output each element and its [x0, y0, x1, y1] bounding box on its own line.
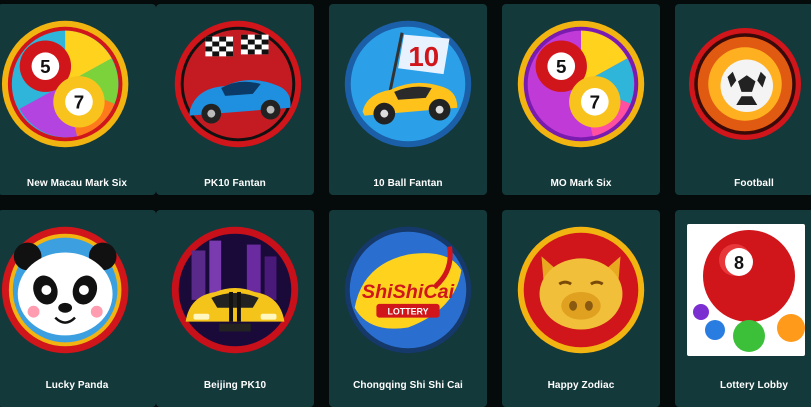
game-label: Lottery Lobby	[720, 380, 788, 391]
game-tile-10-ball-fantan[interactable]: 10 10 Ball Fantan	[329, 4, 487, 195]
lottery-ball-8-icon: 8	[687, 224, 805, 356]
flag-number-10: 10	[408, 41, 439, 72]
game-tile-happy-zodiac[interactable]: Happy Zodiac	[502, 210, 660, 407]
game-label: MO Mark Six	[550, 178, 612, 189]
ball-number-5: 5	[556, 56, 566, 77]
game-tile-new-macau-mark-six[interactable]: 5 7 New Macau Mark Six	[0, 4, 156, 195]
game-label: PK10 Fantan	[204, 178, 266, 189]
ball-number-8: 8	[734, 253, 744, 273]
lottery-balls-5-7-purple-icon: 5 7	[502, 4, 660, 164]
ball-number-7: 7	[74, 92, 84, 113]
game-label: Happy Zodiac	[547, 380, 615, 391]
sports-car-city-icon	[156, 210, 314, 370]
game-label: Chongqing Shi Shi Cai	[353, 380, 463, 391]
game-tile-pk10-fantan[interactable]: PK10 Fantan	[156, 4, 314, 195]
game-label: New Macau Mark Six	[26, 178, 128, 189]
shi-shi-cai-logo-icon: ShiShiCai LOTTERY	[329, 210, 487, 370]
race-car-checkered-flag-icon	[156, 4, 314, 164]
game-tile-lucky-panda[interactable]: Lucky Panda	[0, 210, 156, 407]
lottery-balls-5-7-icon: 5 7	[0, 4, 156, 164]
game-label: Football	[734, 178, 774, 189]
golden-pig-icon	[502, 210, 660, 370]
game-tile-mo-mark-six[interactable]: 5 7 MO Mark Six	[502, 4, 660, 195]
ball-number-7: 7	[590, 92, 600, 113]
game-tile-beijing-pk10[interactable]: Beijing PK10	[156, 210, 314, 407]
soccer-ball-flames-icon	[675, 4, 811, 164]
logo-subtext: LOTTERY	[387, 307, 428, 317]
panda-face-icon	[0, 210, 156, 370]
ball-number-5: 5	[40, 56, 50, 77]
game-label: Lucky Panda	[45, 380, 109, 391]
yellow-car-flag-10-icon: 10	[329, 4, 487, 164]
game-tile-football[interactable]: Football	[675, 4, 811, 195]
game-tile-chongqing-shi-shi-cai[interactable]: ShiShiCai LOTTERY Chongqing Shi Shi Cai	[329, 210, 487, 407]
game-tile-lottery-lobby[interactable]: 8 Lottery Lobby	[675, 210, 811, 407]
game-label: 10 Ball Fantan	[373, 178, 443, 189]
game-label: Beijing PK10	[203, 380, 267, 391]
logo-text: ShiShiCai	[362, 281, 455, 303]
